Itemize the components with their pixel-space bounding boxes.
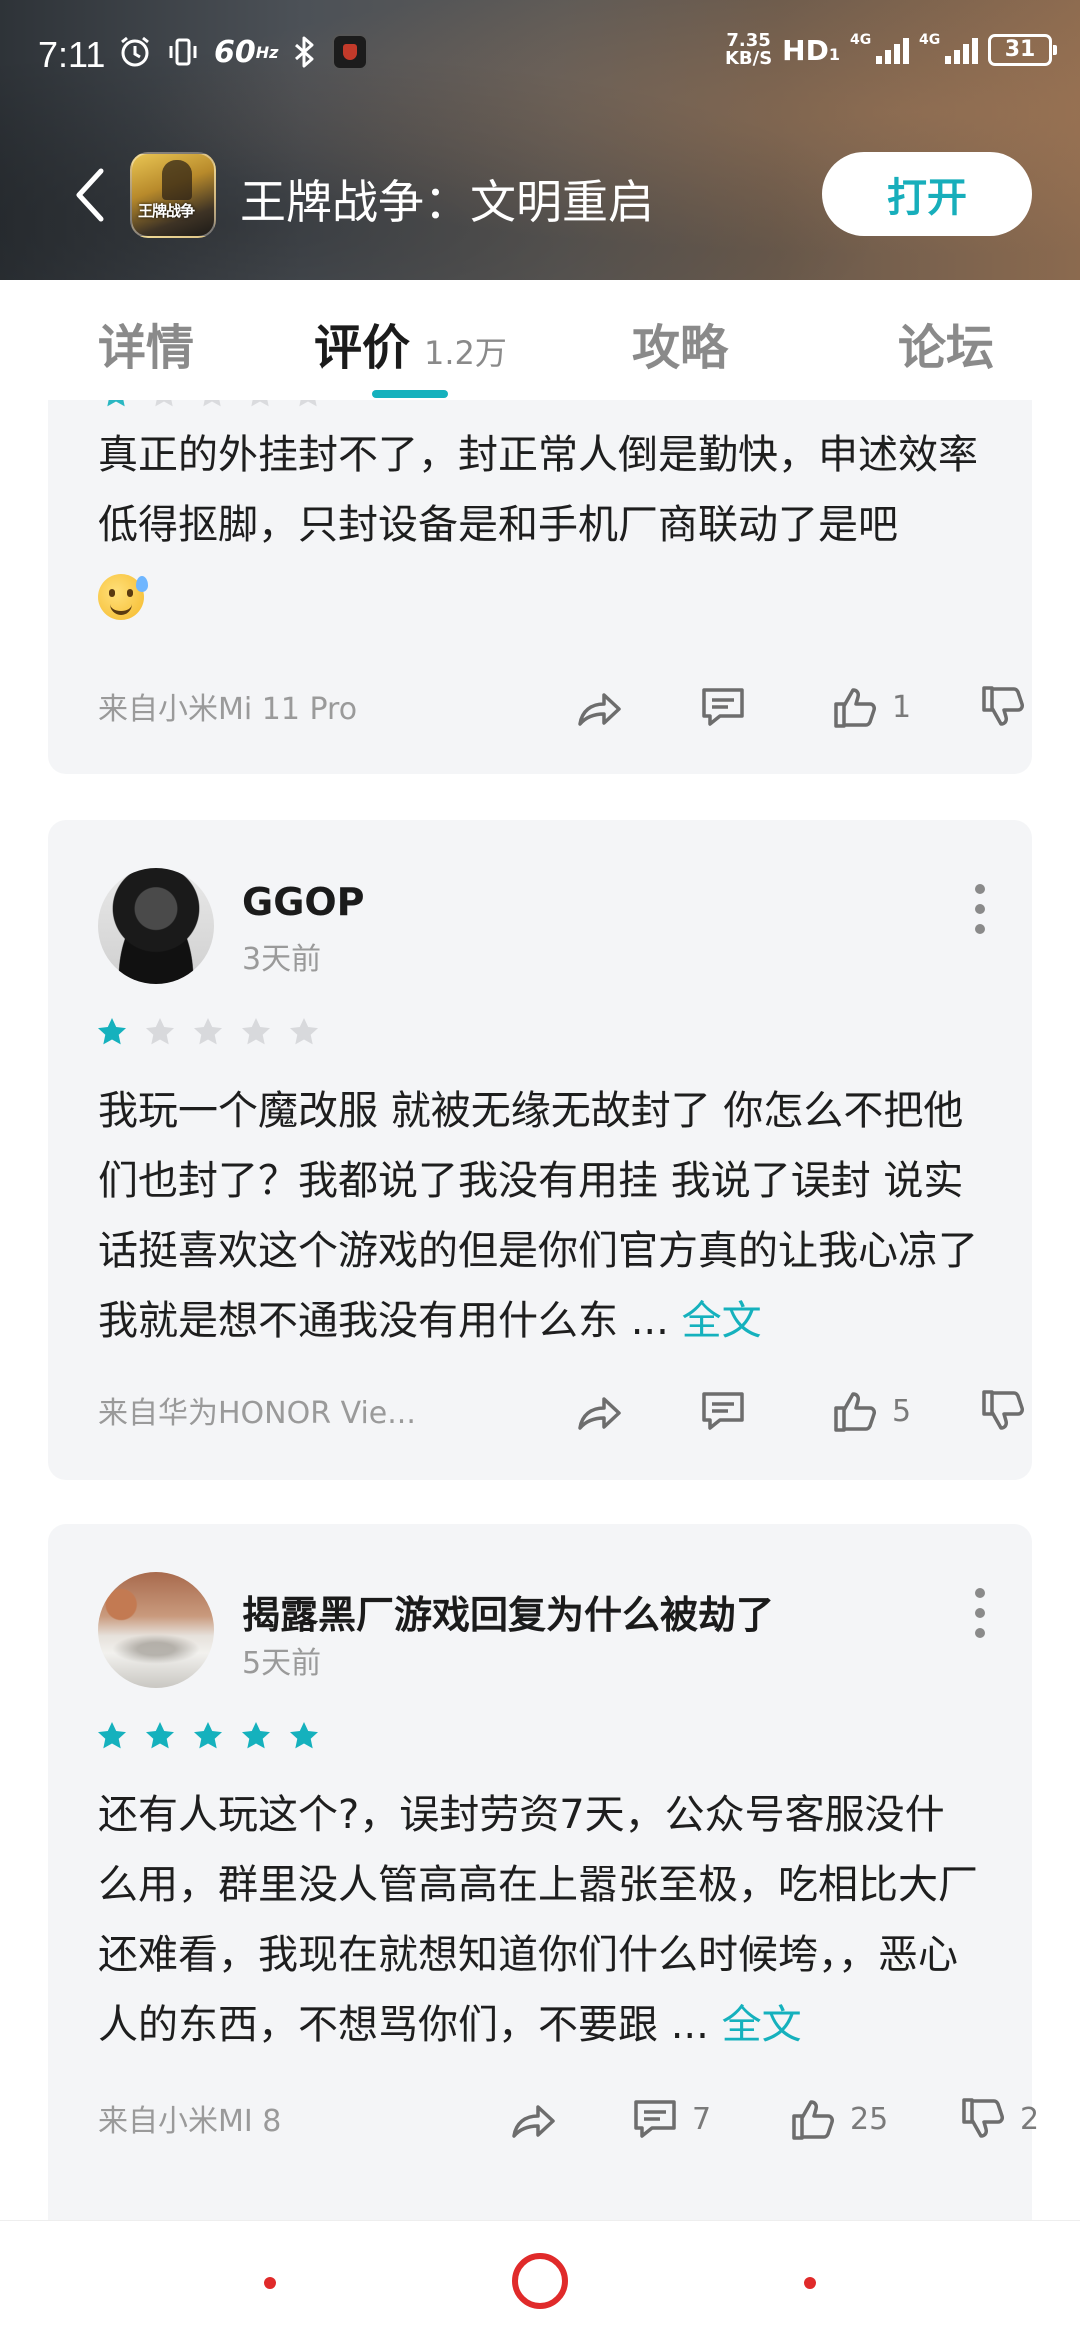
star-filled-icon <box>194 1722 222 1749</box>
tab-details[interactable]: 详情 <box>98 308 194 378</box>
play-time: 游戏时长 2.1小时 <box>338 400 560 418</box>
share-icon <box>578 693 621 726</box>
refresh-rate-indicator: 60 Hz <box>214 34 279 70</box>
thumbs-down-icon <box>962 2098 1004 2138</box>
status-left-icons: 60 Hz <box>118 32 369 72</box>
alarm-icon <box>118 32 152 72</box>
username[interactable]: GGOP <box>242 880 365 924</box>
full-text-link[interactable]: 全文 <box>682 1298 762 1344</box>
star-empty-icon <box>203 400 221 407</box>
star-empty-icon <box>251 400 269 407</box>
nav-home-button[interactable] <box>512 2253 568 2309</box>
dislike-button[interactable]: 2 <box>958 2094 1039 2144</box>
device-label: 来自小米MI 8 <box>98 2104 282 2139</box>
vibrate-icon <box>166 32 200 72</box>
star-empty-icon <box>155 400 173 407</box>
review-footer: 来自华为HONOR Vie... 5 <box>98 1380 1024 1440</box>
comment-button[interactable] <box>698 682 760 732</box>
dislike-button[interactable] <box>978 1386 1040 1436</box>
star-filled-icon <box>98 1018 126 1045</box>
signal-icon-sim2: 4G <box>919 32 978 64</box>
review-card[interactable]: 揭露黑厂游戏回复为什么被劫了 5天前 还有人玩这个?，误封劳资7天，公众号客服没… <box>48 1524 1039 2220</box>
share-icon <box>512 2105 555 2138</box>
star-filled-icon <box>98 1722 126 1749</box>
post-time: 3天前 <box>242 942 322 977</box>
comment-icon <box>702 688 744 726</box>
review-footer: 来自小米MI 8 7 25 2 <box>98 2088 1039 2148</box>
status-time: 7:11 <box>38 34 106 75</box>
review-text[interactable]: 还有人玩这个?，误封劳资7天，公众号客服没什么用，群里没人管高高在上嚣张至极，吃… <box>98 1780 982 2060</box>
bluetooth-icon <box>292 32 318 72</box>
avatar[interactable] <box>98 868 214 984</box>
star-empty-icon <box>290 1018 318 1045</box>
rating-stars <box>96 1016 320 1048</box>
review-feed[interactable]: 游戏时长 2.1小时 真正的外挂封不了，封正常人倒是勤快，申述效率低得抠脚，只封… <box>0 400 1080 2220</box>
more-options-button[interactable] <box>970 884 990 934</box>
review-count: 1.2万 <box>424 334 507 372</box>
review-text[interactable]: 真正的外挂封不了，封正常人倒是勤快，申述效率低得抠脚，只封设备是和手机厂商联动了… <box>98 420 982 630</box>
full-text-link[interactable]: 全文 <box>722 2002 802 2048</box>
share-icon <box>578 1397 621 1430</box>
rating-stars <box>96 1720 320 1752</box>
rating-stars <box>100 400 324 410</box>
like-button[interactable]: 5 <box>830 1386 911 1436</box>
review-card[interactable]: 游戏时长 2.1小时 真正的外挂封不了，封正常人倒是勤快，申述效率低得抠脚，只封… <box>48 400 1032 774</box>
more-options-button[interactable] <box>970 1588 990 1638</box>
post-time: 5天前 <box>242 1646 322 1681</box>
star-empty-icon <box>242 1018 270 1045</box>
star-empty-icon <box>194 1018 222 1045</box>
like-button[interactable]: 1 <box>830 682 911 732</box>
star-filled-icon <box>146 1722 174 1749</box>
signal-icon-sim1: 4G <box>850 32 909 64</box>
tab-forum[interactable]: 论坛 <box>898 308 994 378</box>
tab-active-indicator <box>372 390 448 398</box>
device-label: 来自小米Mi 11 Pro <box>98 692 358 727</box>
system-nav-bar <box>0 2220 1080 2340</box>
hd-voice-icon: HD1 <box>782 33 840 67</box>
dislike-button[interactable] <box>978 682 1040 732</box>
sweat-smile-emoji <box>98 574 148 620</box>
open-app-button[interactable]: 打开 <box>822 152 1032 236</box>
thumbs-down-icon <box>982 1390 1024 1430</box>
back-arrow-icon <box>76 168 104 222</box>
back-button[interactable] <box>60 160 120 230</box>
comment-icon <box>634 2100 676 2138</box>
status-bar: 7:11 60 Hz 7.35 KB/S HD1 4G 4G 31 <box>0 0 1080 110</box>
share-button[interactable] <box>574 1386 624 1436</box>
username[interactable]: 揭露黑厂游戏回复为什么被劫了 <box>242 1584 774 1639</box>
tab-bar: 详情 评价 1.2万 攻略 论坛 <box>0 280 1080 400</box>
star-empty-icon <box>299 400 317 407</box>
comment-icon <box>702 1392 744 1430</box>
star-empty-icon <box>146 1018 174 1045</box>
star-filled-icon <box>290 1722 318 1749</box>
network-speed: 7.35 KB/S <box>724 30 773 69</box>
review-footer: 来自小米Mi 11 Pro 1 <box>98 676 1024 736</box>
thumbs-up-icon <box>834 688 876 728</box>
avatar[interactable] <box>98 1572 214 1688</box>
nav-back-button[interactable] <box>804 2277 816 2289</box>
comment-button[interactable] <box>698 1386 760 1436</box>
status-right-icons: 7.35 KB/S HD1 4G 4G 31 <box>724 30 1057 69</box>
battery-icon: 31 <box>988 34 1057 66</box>
review-text[interactable]: 我玩一个魔改服 就被无缘无故封了 你怎么不把他们也封了？我都说了我没有用挂 我说… <box>98 1076 982 1356</box>
thumbs-down-icon <box>982 686 1024 726</box>
app-title: 王牌战争：文明重启 <box>240 175 654 229</box>
share-button[interactable] <box>574 682 624 732</box>
game-mode-icon <box>332 34 369 70</box>
review-card[interactable]: GGOP 3天前 我玩一个魔改服 就被无缘无故封了 你怎么不把他们也封了？我都说… <box>48 820 1032 1480</box>
device-label: 来自华为HONOR Vie... <box>98 1396 416 1431</box>
app-icon[interactable]: 王牌战争 <box>130 152 216 238</box>
app-bar: 王牌战争 王牌战争：文明重启 打开 <box>0 140 1080 250</box>
nav-menu-button[interactable] <box>264 2277 276 2289</box>
share-button[interactable] <box>508 2094 558 2144</box>
star-filled-icon <box>242 1722 270 1749</box>
tab-reviews[interactable]: 评价 1.2万 <box>314 308 507 378</box>
star-filled-icon <box>107 400 125 407</box>
thumbs-up-icon <box>834 1392 876 1432</box>
thumbs-up-icon <box>792 2100 834 2140</box>
tab-guides[interactable]: 攻略 <box>632 308 728 378</box>
comment-button[interactable]: 7 <box>630 2094 711 2144</box>
like-button[interactable]: 25 <box>788 2094 888 2144</box>
